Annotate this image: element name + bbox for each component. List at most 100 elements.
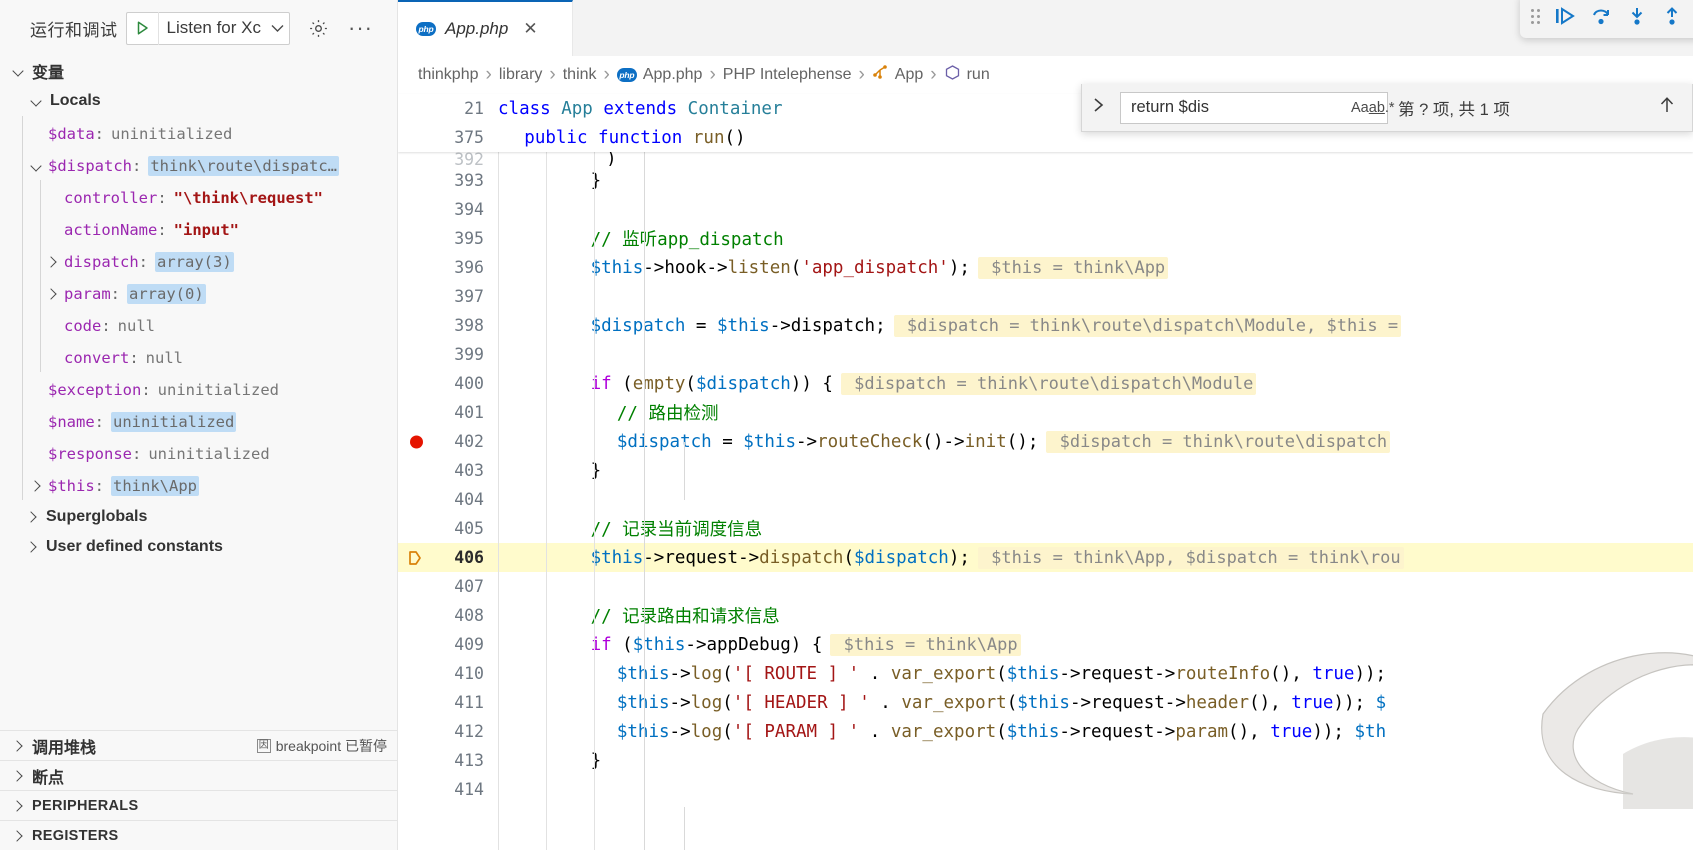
line-number[interactable]: 410: [398, 664, 498, 683]
variable-value[interactable]: uninitialized: [111, 412, 237, 432]
toggle-replace-chevron-icon[interactable]: [1088, 97, 1110, 118]
scope-header[interactable]: Superglobals: [0, 502, 397, 532]
breadcrumb-item[interactable]: App: [872, 64, 923, 86]
breadcrumb-item[interactable]: think: [563, 66, 597, 84]
code-lines[interactable]: 392) 393} 394 395// 监听app_dispatch 396 $this-…: [398, 152, 1693, 804]
locals-scope-header[interactable]: Locals: [0, 86, 397, 116]
code-line[interactable]: 397: [398, 282, 1693, 311]
line-number[interactable]: 403: [398, 461, 498, 480]
line-number[interactable]: 401: [398, 403, 498, 422]
variable-row[interactable]: $dispatch: think\route\dispatc…: [0, 150, 397, 182]
code-line[interactable]: 394: [398, 195, 1693, 224]
variable-value[interactable]: array(0): [127, 284, 206, 304]
close-icon[interactable]: ✕: [523, 19, 537, 39]
sidebar-panel-peripherals[interactable]: PERIPHERALS: [0, 790, 397, 820]
variable-value[interactable]: "\think\request": [174, 189, 323, 207]
variable-row[interactable]: $name: uninitialized: [0, 406, 397, 438]
code-line[interactable]: 398 $dispatch = $this->dispatch; $dispatc…: [398, 311, 1693, 340]
line-number[interactable]: 408: [398, 606, 498, 625]
line-number[interactable]: 413: [398, 751, 498, 770]
search-input[interactable]: [1131, 98, 1351, 117]
chevron-right-icon[interactable]: [46, 287, 60, 301]
line-number[interactable]: 412: [398, 722, 498, 741]
line-number[interactable]: 398: [398, 316, 498, 335]
find-input-wrapper[interactable]: Aa ab .*: [1120, 91, 1395, 124]
line-number[interactable]: 409: [398, 635, 498, 654]
line-number[interactable]: 414: [398, 780, 498, 799]
match-whole-word-toggle[interactable]: ab: [1369, 100, 1385, 116]
match-case-toggle[interactable]: Aa: [1351, 100, 1369, 116]
variable-row[interactable]: $response: uninitialized: [0, 438, 397, 470]
code-editor[interactable]: 21 class App extends Container 375 public f…: [398, 94, 1693, 850]
step-out-button[interactable]: [1657, 0, 1689, 33]
code-line[interactable]: 402 $dispatch = $this->routeCheck()->init…: [398, 427, 1693, 456]
debug-toolbar[interactable]: [1520, 0, 1693, 38]
line-number[interactable]: 396: [398, 258, 498, 277]
chevron-right-icon[interactable]: [30, 479, 44, 493]
variable-value[interactable]: null: [118, 317, 155, 335]
chevron-right-icon[interactable]: [46, 255, 60, 269]
chevron-down-icon[interactable]: [30, 159, 44, 173]
code-line[interactable]: 410 $this->log('[ ROUTE ] ' . var_export(…: [398, 659, 1693, 688]
code-line[interactable]: 401 // 路由检测: [398, 398, 1693, 427]
code-line[interactable]: 396 $this->hook->listen('app_dispatch'); …: [398, 253, 1693, 282]
variable-value[interactable]: uninitialized: [111, 125, 232, 143]
variable-row[interactable]: actionName: "input": [0, 214, 397, 246]
line-number[interactable]: 402: [398, 432, 498, 451]
variables-section-header[interactable]: 变量: [0, 56, 397, 86]
step-into-button[interactable]: [1621, 0, 1653, 33]
code-line[interactable]: 403}: [398, 456, 1693, 485]
variable-value[interactable]: think\route\dispatc…: [148, 156, 339, 176]
code-line[interactable]: 393}: [398, 166, 1693, 195]
line-number[interactable]: 375: [398, 128, 498, 147]
variable-row[interactable]: $this: think\App: [0, 470, 397, 502]
line-number[interactable]: 399: [398, 345, 498, 364]
breadcrumb-item[interactable]: library: [499, 66, 543, 84]
breakpoint-icon[interactable]: [410, 435, 423, 448]
line-number[interactable]: 21: [398, 99, 498, 118]
line-number[interactable]: 393: [398, 171, 498, 190]
variable-row[interactable]: $exception: uninitialized: [0, 374, 397, 406]
sidebar-panel-registers[interactable]: REGISTERS: [0, 820, 397, 850]
variable-value[interactable]: uninitialized: [158, 381, 279, 399]
variable-value[interactable]: uninitialized: [148, 445, 269, 463]
gear-icon[interactable]: [304, 18, 332, 39]
code-line[interactable]: 405 // 记录当前调度信息: [398, 514, 1693, 543]
variable-row[interactable]: convert: null: [0, 342, 397, 374]
code-line[interactable]: 411 $this->log('[ HEADER ] ' . var_export…: [398, 688, 1693, 717]
drag-handle-icon[interactable]: [1528, 5, 1543, 27]
variable-row[interactable]: code: null: [0, 310, 397, 342]
breadcrumb-item[interactable]: run: [944, 64, 990, 86]
line-number[interactable]: 395: [398, 229, 498, 248]
line-number[interactable]: 397: [398, 287, 498, 306]
code-line[interactable]: 399: [398, 340, 1693, 369]
code-line[interactable]: 400 if (empty($dispatch)) { $dispatch = t…: [398, 369, 1693, 398]
line-number[interactable]: 411: [398, 693, 498, 712]
code-line[interactable]: 395 // 监听app_dispatch: [398, 224, 1693, 253]
continue-button[interactable]: [1549, 0, 1581, 33]
breadcrumb-item[interactable]: php App.php: [616, 66, 702, 84]
variable-value[interactable]: "input": [174, 221, 239, 239]
line-number[interactable]: 392: [398, 152, 498, 166]
start-debugging-button[interactable]: [127, 11, 159, 45]
code-line[interactable]: 404: [398, 485, 1693, 514]
line-number[interactable]: 407: [398, 577, 498, 596]
chevron-down-icon[interactable]: [265, 24, 289, 33]
variable-row[interactable]: controller: "\think\request": [0, 182, 397, 214]
launch-configuration-selector[interactable]: Listen for Xc: [125, 11, 290, 45]
variable-value[interactable]: think\App: [111, 476, 200, 496]
code-line[interactable]: 409 if ($this->appDebug) { $this = think\…: [398, 630, 1693, 659]
line-number[interactable]: 404: [398, 490, 498, 509]
code-line-current[interactable]: 406 $this->request->dispatch($dispatch); …: [398, 543, 1693, 572]
sidebar-panel-断点[interactable]: 断点: [0, 760, 397, 790]
code-line[interactable]: 407: [398, 572, 1693, 601]
breadcrumb-item[interactable]: thinkphp: [418, 66, 479, 84]
variable-row[interactable]: param: array(0): [0, 278, 397, 310]
breadcrumb-item[interactable]: PHP Intelephense: [723, 66, 852, 84]
scope-header[interactable]: User defined constants: [0, 532, 397, 562]
line-number[interactable]: 406: [398, 548, 498, 567]
line-number[interactable]: 394: [398, 200, 498, 219]
code-line-partial[interactable]: 392): [398, 152, 1693, 166]
find-widget[interactable]: Aa ab .* 第 ? 项, 共 1 项: [1081, 84, 1693, 132]
variable-value[interactable]: array(3): [155, 252, 234, 272]
